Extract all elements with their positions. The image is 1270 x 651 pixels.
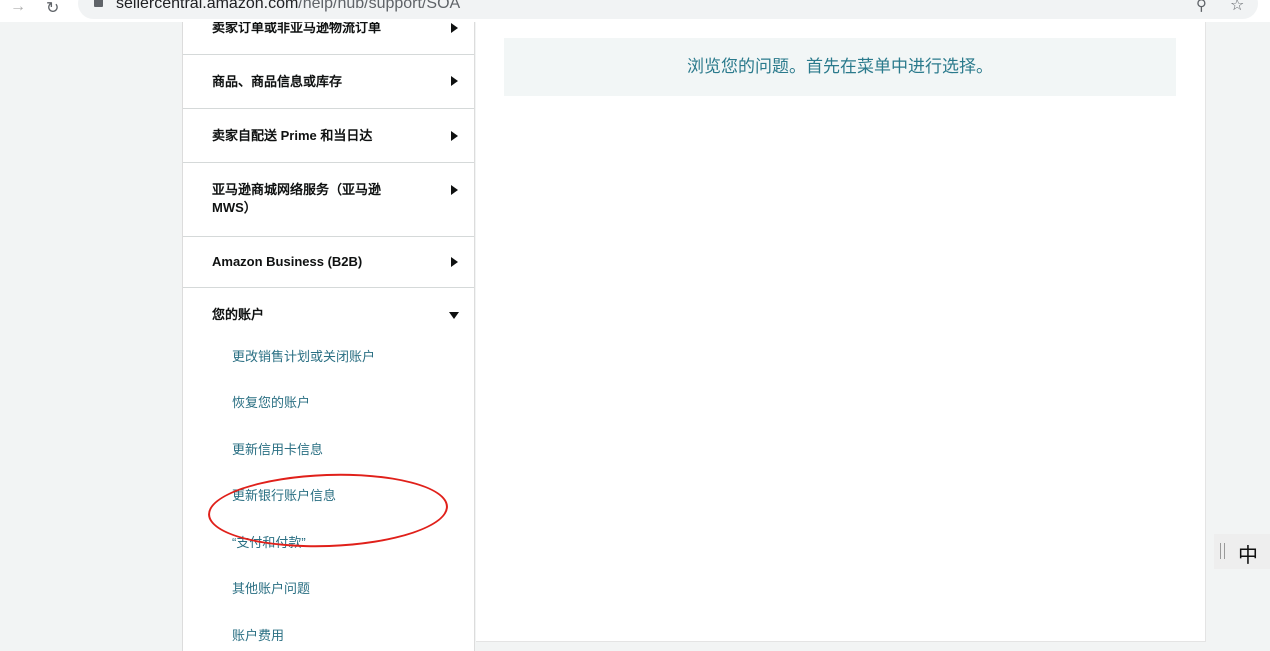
menu-category-label: 卖家订单或非亚马逊物流订单	[212, 22, 382, 35]
caret-right-icon	[451, 131, 458, 141]
caret-right-icon	[451, 257, 458, 267]
menu-category-seller-fulfilled-prime[interactable]: 卖家自配送 Prime 和当日达	[183, 109, 474, 163]
menu-category-label: Amazon Business (B2B)	[212, 254, 363, 269]
menu-category-mws[interactable]: 亚马逊商城网络服务（亚马逊 MWS）	[183, 163, 474, 237]
submenu-link-restore-account[interactable]: 恢复您的账户	[232, 395, 310, 411]
caret-down-icon	[449, 312, 459, 319]
reload-icon[interactable]: ↻	[46, 0, 59, 18]
menu-category-products[interactable]: 商品、商品信息或库存	[183, 55, 474, 109]
caret-right-icon	[451, 185, 458, 195]
url-text[interactable]: sellercentral.amazon.com/help/hub/suppor…	[116, 0, 460, 13]
menu-category-amazon-business[interactable]: Amazon Business (B2B)	[183, 237, 474, 288]
submenu-link-account-fees[interactable]: 账户费用	[232, 628, 284, 644]
instruction-banner: 浏览您的问题。首先在菜单中进行选择。	[504, 38, 1176, 96]
forward-icon[interactable]: →	[10, 0, 26, 16]
drag-handle-icon[interactable]	[1220, 543, 1225, 559]
url-path: /help/hub/support/SOA	[298, 0, 461, 12]
bookmark-star-icon[interactable]: ☆	[1230, 0, 1244, 15]
help-topic-menu: 卖家订单或非亚马逊物流订单 商品、商品信息或库存 卖家自配送 Prime 和当日…	[182, 22, 475, 651]
ime-language-indicator[interactable]: 中	[1214, 534, 1270, 569]
submenu-link-other-account-issues[interactable]: 其他账户问题	[232, 581, 310, 597]
submenu-link-update-credit-card[interactable]: 更新信用卡信息	[232, 442, 323, 458]
caret-right-icon	[451, 23, 458, 33]
ime-language-label: 中	[1238, 545, 1258, 567]
menu-category-label: 您的账户	[212, 307, 265, 322]
caret-right-icon	[451, 76, 458, 86]
submenu-link-change-plan[interactable]: 更改销售计划或关闭账户	[232, 349, 375, 365]
menu-category-your-account[interactable]: 您的账户 更改销售计划或关闭账户 恢复您的账户 更新信用卡信息 更新银行账户信息…	[183, 288, 474, 651]
url-domain: sellercentral.amazon.com	[116, 0, 299, 12]
zoom-icon[interactable]: ⚲	[1196, 0, 1207, 14]
browser-toolbar: → ↻ sellercentral.amazon.com/help/hub/su…	[0, 0, 1270, 22]
main-content-panel: 浏览您的问题。首先在菜单中进行选择。	[476, 22, 1206, 642]
lock-icon[interactable]	[94, 0, 103, 7]
instruction-text: 浏览您的问题。首先在菜单中进行选择。	[687, 57, 993, 76]
menu-category-seller-orders[interactable]: 卖家订单或非亚马逊物流订单	[183, 22, 474, 55]
menu-category-label: 亚马逊商城网络服务（亚马逊 MWS）	[212, 182, 382, 215]
menu-category-label: 卖家自配送 Prime 和当日达	[212, 128, 373, 143]
menu-category-label: 商品、商品信息或库存	[212, 74, 343, 89]
